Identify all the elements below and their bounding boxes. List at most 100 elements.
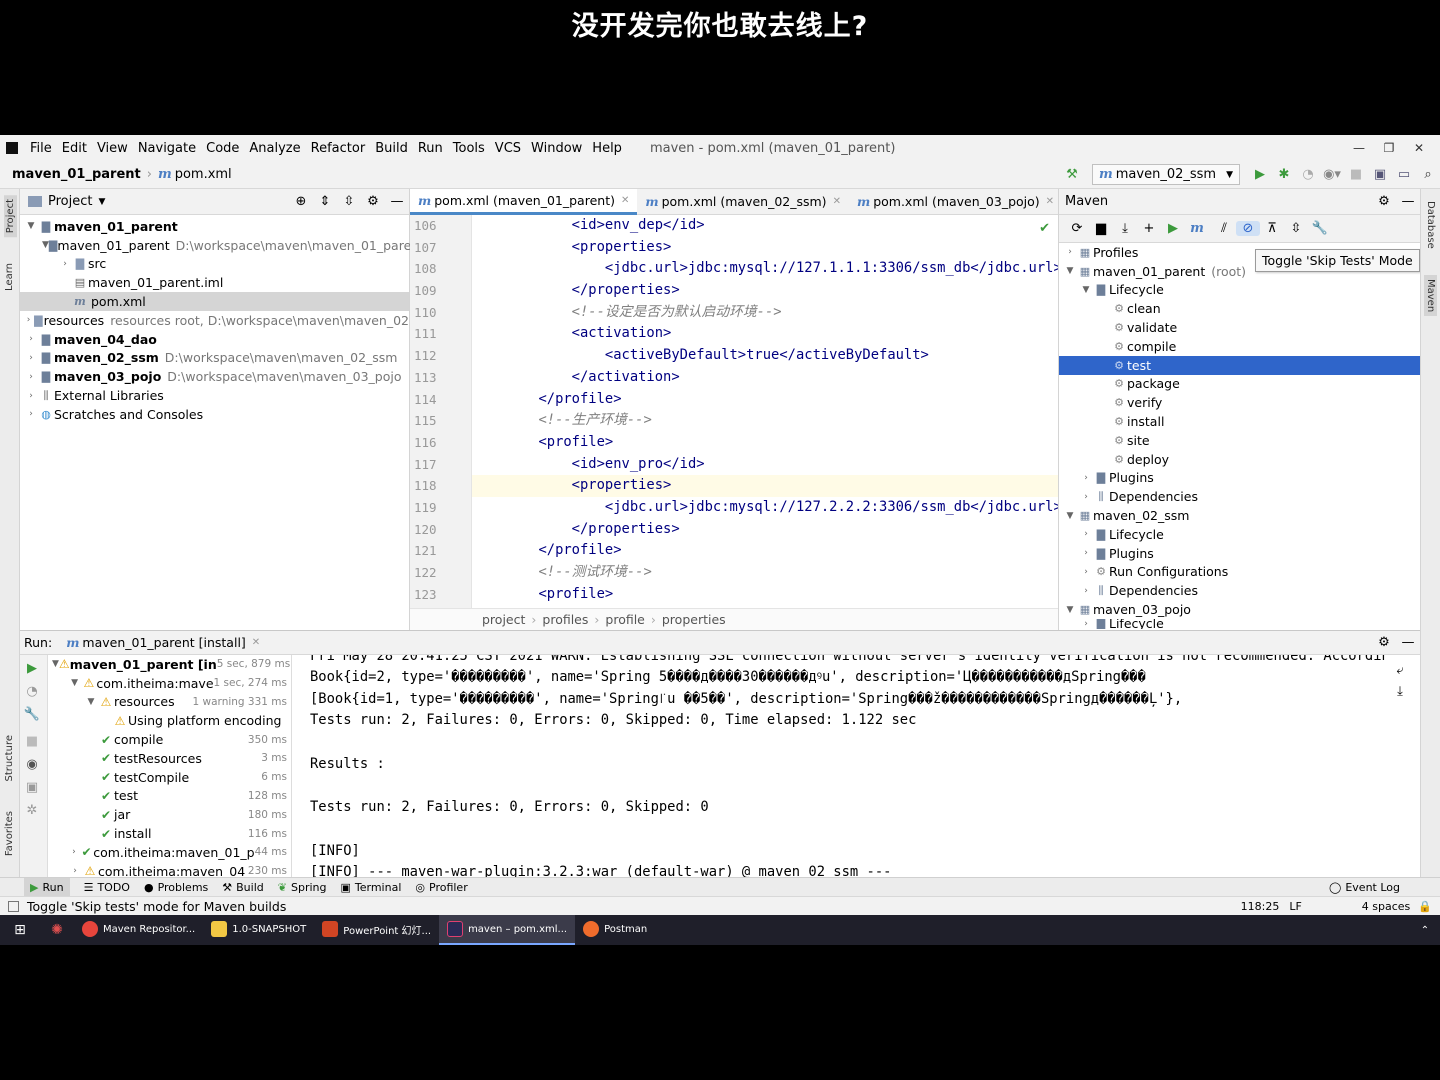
line-separator[interactable]: LF xyxy=(1289,900,1301,913)
chevron-right-icon[interactable]: › xyxy=(1079,473,1093,483)
tree-item[interactable]: › ▇ maven_02_ssm D:\workspace\maven\maven_… xyxy=(20,349,409,368)
locate-icon[interactable]: ⊕ xyxy=(289,194,313,209)
lifecycle-goal[interactable]: ⚙ validate xyxy=(1059,318,1420,337)
tree-item[interactable]: ✔ testCompile 6 ms xyxy=(48,768,291,787)
crumb-profiles[interactable]: profiles xyxy=(542,612,588,627)
lifecycle-goal[interactable]: ⚙ package xyxy=(1059,375,1420,394)
tree-item-selected[interactable]: m pom.xml xyxy=(20,292,409,311)
tree-item[interactable]: › ⫼ External Libraries xyxy=(20,386,409,405)
tree-item[interactable]: ▼ ▦ maven_02_ssm xyxy=(1059,506,1420,525)
nav-project[interactable]: maven_01_parent xyxy=(12,167,141,182)
status-toggle-icon[interactable] xyxy=(8,900,19,912)
project-view-select[interactable]: Project xyxy=(48,194,92,209)
scroll-to-end-icon[interactable]: ⤓ xyxy=(1388,684,1412,699)
profiler-tool-tab[interactable]: ◎ Profiler xyxy=(415,881,467,894)
lifecycle-goal[interactable]: ⚙ clean xyxy=(1059,299,1420,318)
tree-item[interactable]: ▼ ▇ Lifecycle xyxy=(1059,281,1420,300)
chevron-right-icon[interactable]: › xyxy=(68,847,80,857)
settings-icon[interactable]: ✲ xyxy=(20,803,44,818)
menu-run[interactable]: Run xyxy=(418,141,443,156)
collapse-all-icon[interactable]: ⇳ xyxy=(1284,221,1308,236)
tree-item[interactable]: › ⚠ com.itheima:maven_04 230 ms xyxy=(48,862,291,878)
indent-setting[interactable]: 4 spaces xyxy=(1362,900,1411,913)
chevron-right-icon[interactable]: › xyxy=(1063,247,1077,257)
close-icon[interactable]: ✕ xyxy=(833,196,841,207)
tree-item[interactable]: ▼ ⚠ maven_01_parent [in 5 sec, 879 ms xyxy=(48,655,291,674)
close-icon[interactable]: ✕ xyxy=(252,637,260,648)
expand-all-icon[interactable]: ⇕ xyxy=(313,194,337,209)
app-launcher-icon[interactable]: ✺ xyxy=(40,922,74,938)
chevron-down-icon[interactable]: ▼ xyxy=(52,659,59,669)
structure-tool-tab[interactable]: Structure xyxy=(4,735,15,782)
soft-wrap-icon[interactable]: ⤶ xyxy=(1388,663,1412,678)
add-icon[interactable]: + xyxy=(1137,221,1161,236)
tree-item[interactable]: ✔ compile 350 ms xyxy=(48,730,291,749)
caret-position[interactable]: 118:25 xyxy=(1241,900,1280,913)
chevron-right-icon[interactable]: › xyxy=(24,409,38,419)
run-tab[interactable]: m maven_01_parent [install] ✕ xyxy=(66,635,260,650)
layout-icon[interactable]: ▭ xyxy=(1392,167,1416,182)
tree-item[interactable]: › ◍ Scratches and Consoles xyxy=(20,405,409,424)
tab-pom-pojo[interactable]: m pom.xml (maven_03_pojo) ✕ xyxy=(849,189,1062,215)
menu-build[interactable]: Build xyxy=(375,141,408,156)
chevron-right-icon[interactable]: › xyxy=(1079,567,1093,577)
offline-mode-icon[interactable]: ⫽ xyxy=(1212,221,1236,236)
tab-pom-parent[interactable]: m pom.xml (maven_01_parent) ✕ xyxy=(410,188,638,215)
menu-help[interactable]: Help xyxy=(592,141,622,156)
lifecycle-goal[interactable]: ⚙ compile xyxy=(1059,337,1420,356)
database-tool-tab[interactable]: Database xyxy=(1425,201,1436,249)
tree-item[interactable]: ▼ ▇ maven_01_parent xyxy=(20,217,409,236)
chevron-right-icon[interactable]: › xyxy=(24,391,38,401)
debug-icon[interactable]: ✱ xyxy=(1272,167,1296,182)
hide-panel-icon[interactable]: — xyxy=(1396,635,1420,650)
coverage-icon[interactable]: ◔ xyxy=(1296,167,1320,182)
tree-item[interactable]: › ▇ maven_04_dao xyxy=(20,330,409,349)
tree-item[interactable]: ▤ maven_01_parent.iml xyxy=(20,273,409,292)
tree-item[interactable]: › ▇ Lifecycle xyxy=(1059,525,1420,544)
chevron-down-icon[interactable]: ▼ xyxy=(68,678,81,688)
search-icon[interactable]: ⌕ xyxy=(1416,167,1440,182)
chevron-right-icon[interactable]: › xyxy=(1079,492,1093,502)
chevron-down-icon[interactable]: ▼ xyxy=(24,221,38,231)
chevron-right-icon[interactable]: › xyxy=(24,372,38,382)
chevron-down-icon[interactable]: ▼ xyxy=(84,697,98,707)
tree-item[interactable]: › ▇ Plugins xyxy=(1059,544,1420,563)
collapse-all-icon[interactable]: ⇳ xyxy=(337,194,361,209)
chevron-up-icon[interactable]: ⌃ xyxy=(1410,925,1440,936)
execute-goal-icon[interactable]: m xyxy=(1185,221,1209,236)
gear-icon[interactable]: ⚙ xyxy=(1372,194,1396,209)
tree-item[interactable]: ▼ ▇ maven_01_parent D:\workspace\maven\mav… xyxy=(20,236,424,255)
chevron-down-icon[interactable]: ▼ xyxy=(1063,511,1077,521)
taskbar-item-postman[interactable]: Postman xyxy=(575,915,655,945)
chevron-down-icon[interactable]: ▼ xyxy=(98,197,105,207)
menu-view[interactable]: View xyxy=(97,141,128,156)
camera-icon[interactable]: ▣ xyxy=(20,780,44,795)
skip-tests-icon[interactable]: ⊘ xyxy=(1236,221,1260,236)
event-log-tool-tab[interactable]: ◯ Event Log xyxy=(1329,881,1400,894)
menu-file[interactable]: File xyxy=(30,141,52,156)
hide-panel-icon[interactable]: — xyxy=(385,194,409,209)
build-tool-tab[interactable]: ⚒ Build xyxy=(222,881,264,894)
chevron-down-icon[interactable]: ▼ xyxy=(1063,266,1077,276)
console-output[interactable]: Fri May 28 20:41:25 CST 2021 WARN: Estab… xyxy=(300,655,1386,878)
minimize-button[interactable]: — xyxy=(1344,141,1374,155)
crumb-properties[interactable]: properties xyxy=(662,612,726,627)
menu-edit[interactable]: Edit xyxy=(62,141,87,156)
chevron-right-icon[interactable]: › xyxy=(1079,529,1093,539)
tab-pom-ssm[interactable]: m pom.xml (maven_02_ssm) ✕ xyxy=(637,189,849,215)
reload-icon[interactable]: ⟳ xyxy=(1065,221,1089,236)
crumb-project[interactable]: project xyxy=(482,612,525,627)
chevron-right-icon[interactable]: › xyxy=(1079,619,1093,629)
tree-item[interactable]: › ▇ Plugins xyxy=(1059,469,1420,488)
lifecycle-goal[interactable]: ⚙ site xyxy=(1059,431,1420,450)
profile-icon[interactable]: ◉▾ xyxy=(1320,167,1344,182)
run-icon[interactable]: ▶ xyxy=(1248,167,1272,182)
close-icon[interactable]: ✕ xyxy=(621,195,629,206)
taskbar-item-folder[interactable]: 1.0-SNAPSHOT xyxy=(203,915,314,945)
menu-code[interactable]: Code xyxy=(206,141,239,156)
gear-icon[interactable]: ⚙ xyxy=(361,194,385,209)
nav-file[interactable]: pom.xml xyxy=(175,167,232,182)
tree-item[interactable]: › ✔ com.itheima:maven_01_p 44 ms xyxy=(48,843,291,862)
tree-item[interactable]: › ⫼ Dependencies xyxy=(1059,581,1420,600)
menu-tools[interactable]: Tools xyxy=(453,141,485,156)
